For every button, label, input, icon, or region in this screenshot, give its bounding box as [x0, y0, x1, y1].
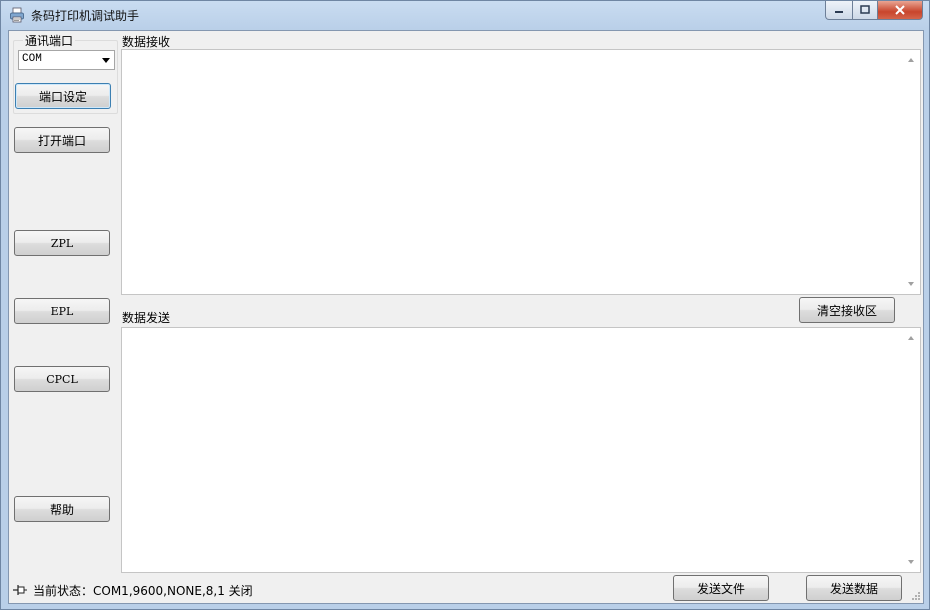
zpl-button[interactable]: ZPL	[14, 230, 110, 256]
clear-receive-button[interactable]: 清空接收区	[799, 297, 895, 323]
window-controls	[825, 1, 923, 21]
send-scrollbar[interactable]	[903, 328, 920, 572]
send-data-button[interactable]: 发送数据	[806, 575, 902, 601]
dropdown-arrow-icon	[102, 58, 110, 63]
send-label: 数据发送	[122, 311, 171, 325]
help-button[interactable]: 帮助	[14, 496, 110, 522]
cpcl-button[interactable]: CPCL	[14, 366, 110, 392]
receive-scrollbar[interactable]	[903, 50, 920, 294]
scroll-up-icon[interactable]	[908, 58, 914, 62]
receive-textarea[interactable]	[121, 49, 921, 295]
app-window: 条码打印机调试助手 通讯端口 COM 端口设定 打开端口 ZPL EPL CPC…	[0, 0, 930, 610]
close-icon	[895, 5, 905, 15]
port-select-value: COM	[22, 53, 42, 65]
window-title: 条码打印机调试助手	[31, 9, 140, 23]
scroll-up-icon[interactable]	[908, 336, 914, 340]
printer-app-icon	[10, 7, 24, 23]
port-group-label: 通讯端口	[23, 32, 76, 49]
receive-label: 数据接收	[122, 35, 171, 49]
open-port-button[interactable]: 打开端口	[14, 127, 110, 153]
port-select[interactable]: COM	[18, 50, 115, 70]
maximize-icon	[860, 5, 870, 14]
port-settings-button[interactable]: 端口设定	[15, 83, 111, 109]
scroll-down-icon[interactable]	[908, 282, 914, 286]
close-button[interactable]	[878, 1, 923, 20]
minimize-button[interactable]	[825, 1, 853, 20]
resize-grip-icon[interactable]	[911, 591, 921, 601]
send-file-button[interactable]: 发送文件	[673, 575, 769, 601]
epl-button[interactable]: EPL	[14, 298, 110, 324]
status-bar: 当前状态：COM1,9600,NONE,8,1 关闭	[13, 582, 253, 598]
title-bar[interactable]: 条码打印机调试助手	[1, 1, 929, 29]
scroll-down-icon[interactable]	[908, 560, 914, 564]
send-textarea[interactable]	[121, 327, 921, 573]
main-panel: 通讯端口 COM 端口设定 打开端口 ZPL EPL CPCL 帮助 数据接收 …	[8, 30, 924, 604]
maximize-button[interactable]	[853, 1, 878, 20]
pin-icon	[13, 585, 27, 595]
minimize-icon	[835, 11, 843, 13]
port-group: 通讯端口 COM 端口设定	[13, 32, 118, 114]
status-text: 当前状态：COM1,9600,NONE,8,1 关闭	[33, 583, 253, 598]
